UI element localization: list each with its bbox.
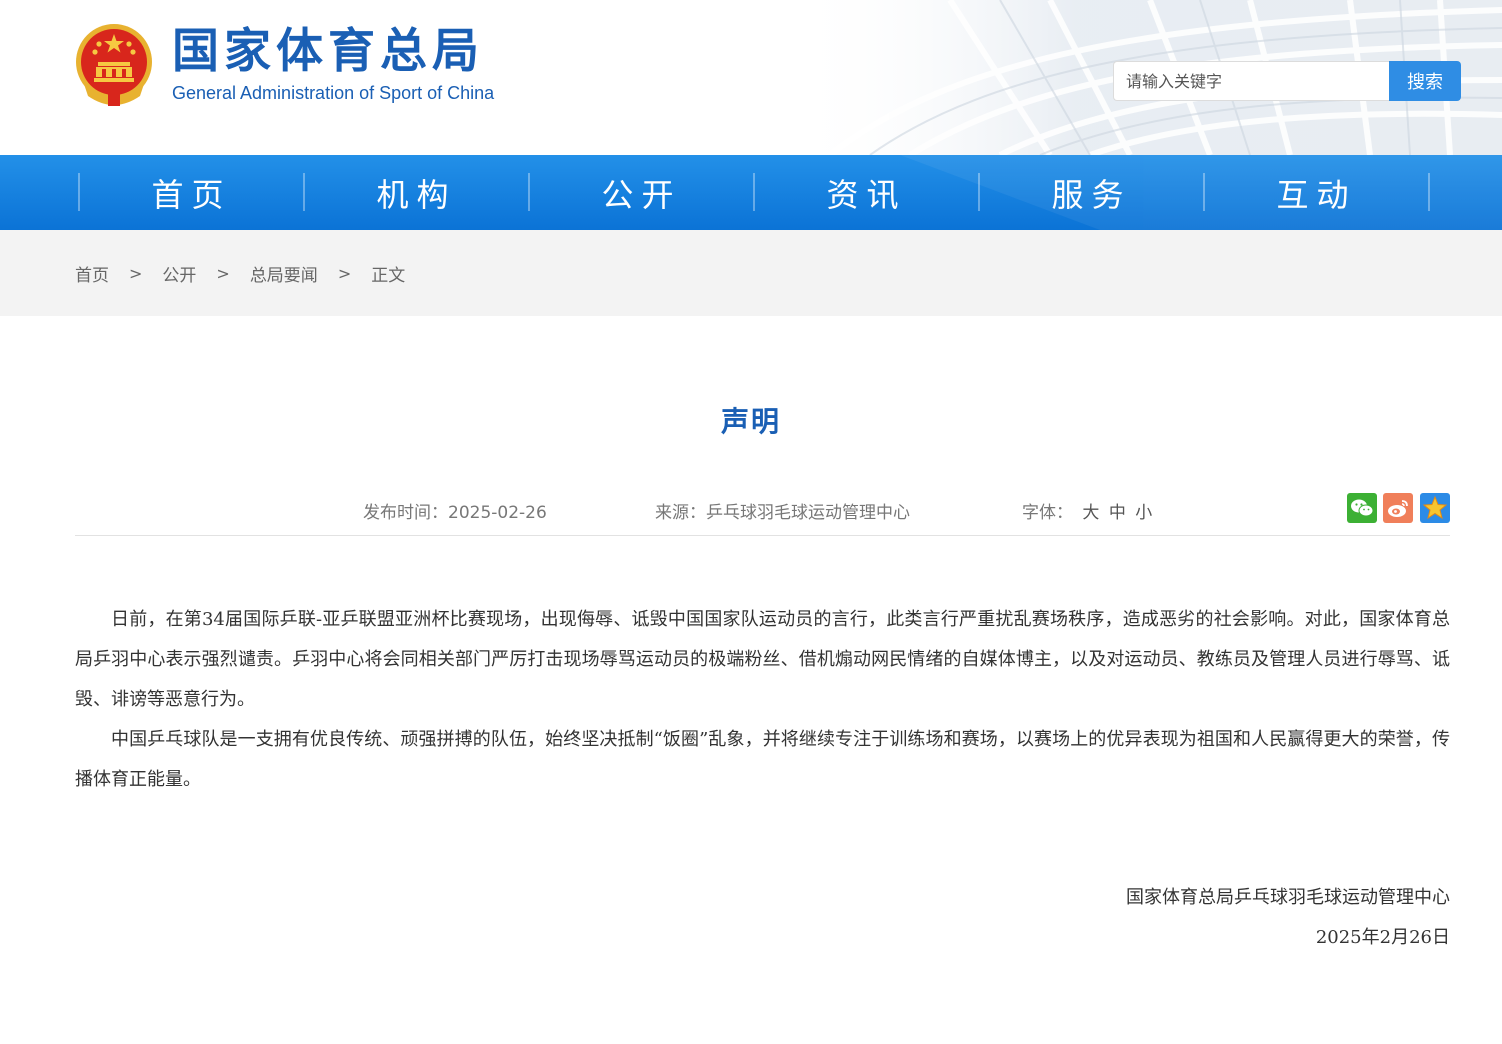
favorite-share-button[interactable] <box>1420 493 1450 523</box>
nav-divider <box>1428 173 1430 211</box>
breadcrumb-home[interactable]: 首页 <box>75 261 109 286</box>
search-box: 搜索 <box>1113 61 1461 101</box>
nav-item-services[interactable]: 服务 <box>980 155 1203 230</box>
wechat-icon <box>1351 499 1374 517</box>
site-logo[interactable]: 国家体育总局 General Administration of Sport o… <box>74 20 494 110</box>
weibo-icon <box>1388 500 1408 517</box>
breadcrumb-separator: > <box>337 263 352 283</box>
article-source: 来源：乒乓球羽毛球运动管理中心 <box>655 503 910 523</box>
breadcrumb-headline-news[interactable]: 总局要闻 <box>250 261 318 286</box>
weibo-share-button[interactable] <box>1383 493 1413 523</box>
nav-item-news[interactable]: 资讯 <box>755 155 978 230</box>
article-body: 日前，在第34届国际乒联-亚乒联盟亚洲杯比赛现场，出现侮辱、诋毁中国国家队运动员… <box>75 600 1450 800</box>
site-header: 国家体育总局 General Administration of Sport o… <box>0 0 1502 155</box>
logo-text: 国家体育总局 General Administration of Sport o… <box>172 25 494 105</box>
nav-item-public[interactable]: 公开 <box>530 155 753 230</box>
logo-english-name: General Administration of Sport of China <box>172 83 495 103</box>
main-nav: 首页 机构 公开 资讯 服务 互动 <box>0 155 1502 230</box>
nav-item-interaction[interactable]: 互动 <box>1205 155 1428 230</box>
font-size-label: 字体： <box>1022 503 1073 523</box>
article-paragraph: 中国乒乓球队是一支拥有优良传统、顽强拼搏的队伍，始终坚决抵制“饭圈”乱象，并将继… <box>75 729 1450 790</box>
search-button[interactable]: 搜索 <box>1389 61 1461 101</box>
article-title: 声明 <box>720 405 781 438</box>
breadcrumb-public[interactable]: 公开 <box>162 261 196 286</box>
article-signature: 国家体育总局乒乓球羽毛球运动管理中心 2025年2月26日 <box>1126 878 1450 958</box>
article-paragraph: 日前，在第34届国际乒联-亚乒联盟亚洲杯比赛现场，出现侮辱、诋毁中国国家队运动员… <box>75 609 1450 710</box>
nav-item-home[interactable]: 首页 <box>80 155 303 230</box>
search-input[interactable] <box>1113 61 1389 101</box>
favorite-star-icon <box>1422 495 1448 520</box>
breadcrumb-current: 正文 <box>371 265 406 286</box>
nav-item-institutions[interactable]: 机构 <box>305 155 528 230</box>
wechat-share-button[interactable] <box>1347 493 1377 523</box>
signature-organization: 国家体育总局乒乓球羽毛球运动管理中心 <box>1126 887 1450 908</box>
national-emblem-icon <box>76 24 152 106</box>
nav-list: 首页 机构 公开 资讯 服务 互动 <box>78 155 1430 230</box>
font-size-medium[interactable]: 中 <box>1109 503 1126 523</box>
font-size-small[interactable]: 小 <box>1135 503 1152 523</box>
article-meta: 发布时间：2025-02-26 来源：乒乓球羽毛球运动管理中心 字体： 大 中 … <box>75 488 1450 536</box>
font-size-control: 字体： 大 中 小 <box>1022 498 1152 523</box>
logo-chinese-name: 国家体育总局 <box>172 24 484 79</box>
breadcrumb-separator: > <box>129 263 143 283</box>
breadcrumb: 首页 > 公开 > 总局要闻 > 正文 <box>0 230 1502 316</box>
article: 声明 发布时间：2025-02-26 来源：乒乓球羽毛球运动管理中心 字体： 大… <box>0 316 1502 1044</box>
font-size-large[interactable]: 大 <box>1082 503 1099 523</box>
signature-date: 2025年2月26日 <box>1315 927 1450 948</box>
breadcrumb-separator: > <box>216 263 230 283</box>
publish-date: 发布时间：2025-02-26 <box>363 503 547 523</box>
